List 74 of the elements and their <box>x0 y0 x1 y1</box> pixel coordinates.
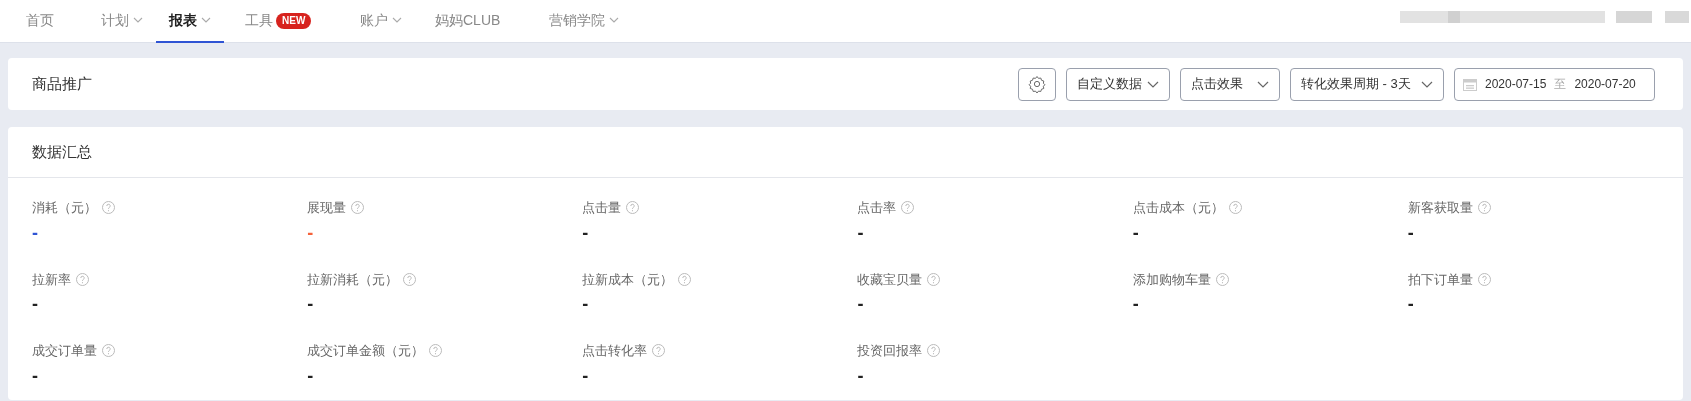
metric-value: - <box>857 293 864 315</box>
help-icon[interactable] <box>102 344 115 358</box>
metric-value: - <box>582 364 589 387</box>
chevron-down-icon <box>201 17 211 23</box>
nav-tab[interactable]: 妈妈CLUB <box>422 0 514 43</box>
chevron-down-icon <box>609 17 619 23</box>
metric-value: - <box>1407 221 1414 244</box>
page-title: 商品推广 <box>32 73 92 94</box>
select-dropdown[interactable]: 点击效果 <box>1180 67 1280 101</box>
metric-value: - <box>582 221 589 244</box>
metric-label: 展现量 <box>307 199 347 217</box>
chevron-down-icon <box>1257 80 1269 88</box>
settings-button[interactable] <box>1018 67 1056 101</box>
metric-value: - <box>1132 293 1139 315</box>
metric-label: 收藏宝贝量 <box>857 270 923 289</box>
select-dropdown[interactable]: 转化效果周期 - 3天 <box>1290 67 1444 101</box>
metric-value: - <box>32 221 38 244</box>
metric-label: 添加购物车量 <box>1132 270 1211 289</box>
help-icon[interactable] <box>927 344 941 358</box>
help-icon[interactable] <box>1477 201 1491 215</box>
date-separator: 至 <box>1554 76 1567 93</box>
nav-tab[interactable]: 报表 <box>156 0 224 43</box>
metric-value: - <box>857 364 864 387</box>
metric-label: 拉新成本（元） <box>582 270 674 289</box>
help-icon[interactable] <box>351 201 365 215</box>
settings-icon <box>1028 75 1046 93</box>
nav-tab[interactable]: 首页 <box>13 0 67 43</box>
metric-label: 拍下订单量 <box>1407 270 1473 289</box>
help-icon[interactable] <box>1228 201 1242 215</box>
help-icon[interactable] <box>678 272 692 286</box>
date-range-picker[interactable]: 2020-07-15 至 2020-07-20 <box>1454 67 1655 101</box>
help-icon[interactable] <box>626 201 640 215</box>
metric-label: 成交订单金额（元） <box>307 342 425 360</box>
metric-label: 消耗（元） <box>32 199 97 217</box>
metric-value: - <box>307 293 314 315</box>
metric-label: 投资回报率 <box>857 342 923 360</box>
date-end: 2020-07-20 <box>1574 76 1636 93</box>
metric-value: - <box>857 221 864 244</box>
help-icon[interactable] <box>429 344 443 358</box>
metric-value: - <box>307 221 314 244</box>
chevron-down-icon <box>1421 80 1433 88</box>
metric-label: 拉新率 <box>32 270 71 289</box>
chevron-down-icon <box>1147 80 1159 88</box>
nav-tab[interactable]: 账户 <box>347 0 415 43</box>
help-icon[interactable] <box>652 344 666 358</box>
help-icon[interactable] <box>102 201 115 215</box>
nav-tab[interactable]: 营销学院 <box>536 0 632 43</box>
metric-label: 拉新消耗（元） <box>307 270 399 289</box>
nav-tab[interactable]: 计划 <box>88 0 156 43</box>
metric-value: - <box>32 293 38 315</box>
chevron-down-icon <box>133 17 143 23</box>
select-dropdown[interactable]: 自定义数据 <box>1066 67 1170 101</box>
metric-label: 点击转化率 <box>582 342 648 360</box>
help-icon[interactable] <box>1477 272 1491 286</box>
metric-label: 新客获取量 <box>1407 199 1473 217</box>
metric-label: 点击率 <box>857 199 897 217</box>
metric-label: 点击成本（元） <box>1132 199 1224 217</box>
metric-value: - <box>32 364 38 387</box>
metric-value: - <box>1407 293 1414 315</box>
help-icon[interactable] <box>927 272 941 286</box>
section-title: 数据汇总 <box>32 141 92 162</box>
help-icon[interactable] <box>1215 272 1229 286</box>
help-icon[interactable] <box>403 272 417 286</box>
help-icon[interactable] <box>901 201 915 215</box>
help-icon[interactable] <box>76 272 89 286</box>
date-start: 2020-07-15 <box>1485 76 1547 93</box>
calendar-icon <box>1463 77 1477 91</box>
metric-value: - <box>582 293 589 315</box>
metric-label: 点击量 <box>582 199 622 217</box>
metric-value: - <box>1132 221 1139 244</box>
metric-label: 成交订单量 <box>32 342 97 360</box>
metric-value: - <box>307 364 314 387</box>
new-badge: NEW <box>276 13 312 29</box>
chevron-down-icon <box>392 17 402 23</box>
